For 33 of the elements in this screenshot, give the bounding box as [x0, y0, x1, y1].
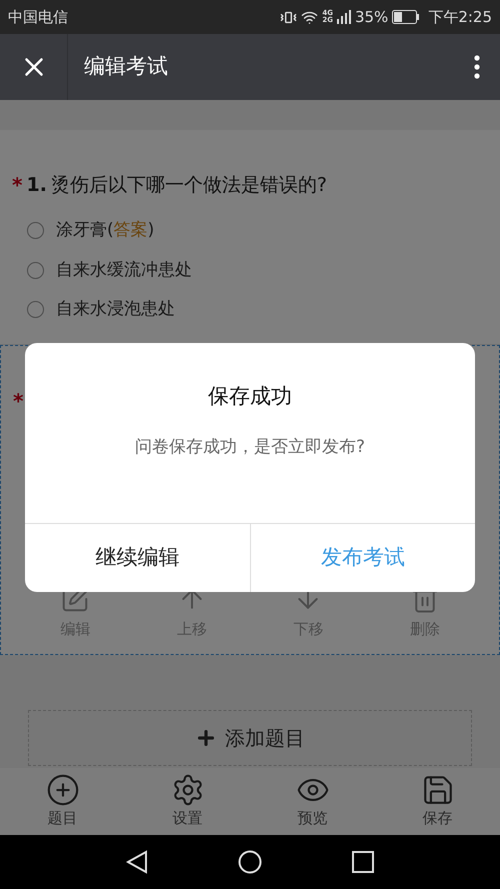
back-icon[interactable]: [126, 850, 148, 874]
more-button[interactable]: [474, 55, 480, 79]
recents-icon[interactable]: [352, 851, 374, 873]
option-label: 涂牙膏(答案): [56, 219, 154, 242]
carrier-text: 中国电信: [8, 6, 68, 28]
option-label: 自来水缓流冲患处: [56, 258, 192, 282]
radio-button[interactable]: [27, 222, 44, 240]
question-text: 烫伤后以下哪一个做法是错误的?: [50, 172, 328, 198]
toolbar-button[interactable]: 题目: [22, 773, 102, 830]
option-label: 自来水浸泡患处: [56, 298, 175, 321]
page-title: 编辑考试: [84, 53, 168, 80]
battery-percent: 35%: [354, 6, 388, 28]
toolbar-button[interactable]: 预览: [272, 773, 352, 830]
question-number: 1.: [26, 172, 47, 198]
dialog-button[interactable]: 发布考试: [250, 524, 475, 592]
required-mark: *: [13, 388, 24, 415]
radio-button[interactable]: [27, 262, 44, 279]
plus-icon: [195, 727, 217, 749]
clock-text: 下午2:25: [428, 6, 492, 28]
radio-button[interactable]: [27, 301, 44, 318]
required-mark: *: [12, 172, 22, 199]
plus-circle-icon: [46, 773, 80, 808]
dialog-message: 问卷保存成功，是否立即发布?: [134, 436, 366, 458]
add-question-button[interactable]: 添加题目: [28, 710, 472, 766]
signal-icon: [336, 10, 351, 24]
question-card[interactable]: * 1. 烫伤后以下哪一个做法是错误的? 涂牙膏(答案) 自来水缓流冲患处 自来水浸泡患处: [0, 130, 500, 345]
battery-icon: [392, 10, 420, 24]
more-icon: [474, 55, 480, 79]
toolbar-button[interactable]: 设置: [148, 773, 228, 830]
home-icon[interactable]: [238, 850, 262, 874]
toolbar-button[interactable]: 保存: [398, 773, 478, 830]
dialog-title: 保存成功: [208, 383, 292, 410]
dialog-button[interactable]: 继续编辑: [25, 524, 250, 592]
